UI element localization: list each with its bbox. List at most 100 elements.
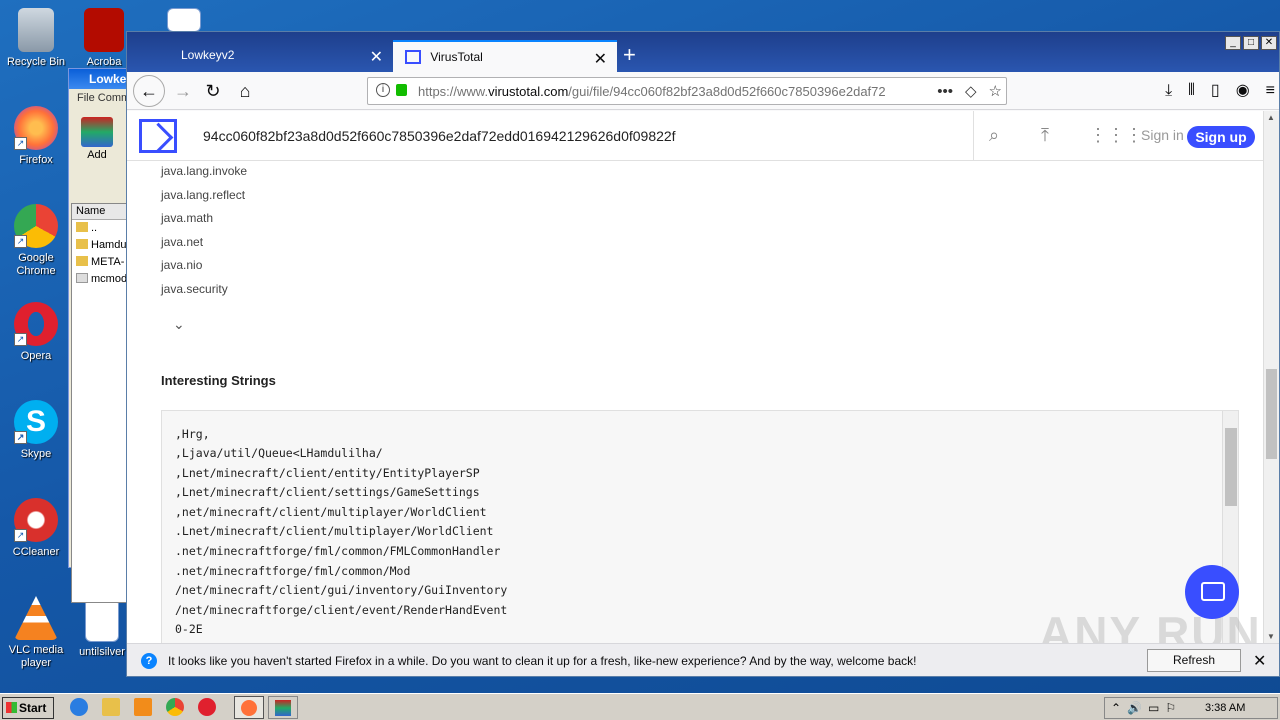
apps-grid-icon[interactable]: ⋮⋮⋮ [1089,125,1143,146]
firefox-icon: ↗ [14,106,58,150]
desktop-icon-chrome[interactable]: ↗ Google Chrome [4,204,68,278]
desktop-icon-opera[interactable]: ↗ Opera [4,302,68,363]
desktop-icon-word-doc[interactable]: untilsilver [76,598,128,659]
sign-up-button[interactable]: Sign up [1187,126,1255,148]
shortcut-arrow-icon: ↗ [14,235,27,248]
desktop-icon-label: Opera [20,350,52,362]
section-title: Interesting Strings [161,373,276,388]
reload-button[interactable]: ↻ [199,77,227,105]
library-icon[interactable]: ⫴ [1188,82,1195,99]
desktop-icon-acrobat[interactable]: Acroba [80,8,128,69]
firefox-window[interactable]: Lowkeyv2 ✕ VirusTotal ✕ + _ □ ✕ ← → ↻ ⌂ i … [126,31,1280,677]
minimize-button[interactable]: _ [1225,36,1241,50]
virustotal-favicon-icon [405,50,421,64]
shortcut-arrow-icon: ↗ [14,137,27,150]
chat-button[interactable] [1185,565,1239,619]
close-window-button[interactable]: ✕ [1261,36,1277,50]
opera-icon: ↗ [14,302,58,346]
close-notification-icon[interactable]: ✕ [1253,651,1266,671]
list-item[interactable]: .. [72,220,126,237]
expand-chevron-icon[interactable]: ⌄ [173,316,185,333]
string-line: ,Lnet/minecraft/client/settings/GameSett… [175,485,480,499]
downloads-icon[interactable]: ⤓ [1165,82,1172,99]
string-line: ,Hrg, [175,427,210,441]
bookmark-star-icon[interactable]: ☆ [989,83,1002,100]
scroll-down-icon[interactable]: ▼ [1267,632,1275,641]
winrar-add-button[interactable]: Add [77,117,117,161]
forward-button[interactable]: → [169,77,197,105]
scroll-up-icon[interactable]: ▲ [1267,113,1275,122]
page-actions-icon[interactable]: ••• [937,83,953,100]
pocket-icon[interactable]: ◇ [965,83,977,100]
desktop-icon-label: CCleaner [12,546,60,558]
opera-icon[interactable] [198,698,216,716]
desktop-icon-label: VLC media player [8,644,64,669]
desktop-icon-recycle-bin[interactable]: Recycle Bin [4,8,68,69]
winrar-list-header[interactable]: Name [72,204,126,220]
sign-in-link[interactable]: Sign in [1141,127,1184,143]
refresh-firefox-button[interactable]: Refresh Firefox... [1147,649,1241,676]
package-item: java.net [161,235,204,249]
list-item[interactable]: META- [72,254,126,271]
lock-icon[interactable] [396,84,407,96]
shortcut-arrow-icon: ↗ [14,333,27,346]
package-item: java.math [161,211,214,225]
navigation-toolbar: ← → ↻ ⌂ i https://www.virustotal.com/gui… [127,72,1279,110]
string-line: .net/minecraftforge/fml/common/FMLCommon… [175,544,501,558]
folder-icon [76,222,88,232]
desktop-icon-firefox[interactable]: ↗ Firefox [4,106,68,167]
file-icon [76,273,88,283]
desktop-icon-skype[interactable]: S ↗ Skype [4,400,68,461]
tray-icons[interactable]: ⌃🔊▭⚐ [1111,701,1182,715]
virustotal-logo-icon[interactable] [139,119,177,153]
new-tab-button[interactable]: + [623,42,636,68]
sidebar-icon[interactable]: ▯ [1211,82,1220,99]
account-icon[interactable]: ◉ [1236,82,1250,99]
string-line: /net/minecraft/client/gui/inventory/GuiI… [175,583,508,597]
tab-strip: Lowkeyv2 ✕ VirusTotal ✕ + _ □ ✕ [127,32,1279,72]
winrar-window[interactable]: Lowke File Comm Add Name .. Hamdu META- … [68,68,128,603]
start-button[interactable]: Start [2,697,54,719]
taskbar-firefox-button[interactable] [234,696,264,719]
firefox-icon [241,700,257,716]
search-icon[interactable]: ⌕ [989,125,999,146]
window-controls: _ □ ✕ [1223,34,1277,50]
maximize-button[interactable]: □ [1243,36,1259,50]
notification-bar: ? It looks like you haven't started Fire… [127,643,1279,676]
explorer-icon[interactable] [102,698,120,716]
ie-icon[interactable] [70,698,88,716]
string-line: .net/minecraftforge/fml/common/Mod [175,564,411,578]
vlc-icon [14,596,58,640]
tab-close-icon[interactable]: ✕ [594,49,607,69]
home-button[interactable]: ⌂ [231,77,259,105]
hash-search-field[interactable]: 94cc060f82bf23a8d0d52f660c7850396e2daf72… [203,128,676,144]
page-scrollbar-thumb[interactable] [1266,369,1277,459]
tab-lowkeyv2[interactable]: Lowkeyv2 ✕ [169,40,393,72]
strings-scrollbar-thumb[interactable] [1225,428,1237,506]
desktop-icon-ccleaner[interactable]: ↗ CCleaner [4,498,68,559]
list-item[interactable]: Hamdu [72,237,126,254]
menu-icon[interactable]: ≡ [1266,82,1275,99]
media-player-icon[interactable] [134,698,152,716]
chrome-icon[interactable] [166,698,184,716]
tab-close-icon[interactable]: ✕ [370,47,383,67]
taskbar-winrar-button[interactable] [268,696,298,719]
desktop-icon-vlc[interactable]: VLC media player [4,596,68,670]
taskbar: Start ⌃🔊▭⚐ 3:38 AM [0,693,1280,720]
tab-virustotal[interactable]: VirusTotal ✕ [393,40,617,72]
string-line: ,Lnet/minecraft/client/entity/EntityPlay… [175,466,480,480]
site-info-icon[interactable]: i [376,83,390,97]
package-item: java.lang.invoke [161,164,248,178]
package-item: java.lang.reflect [161,188,246,202]
list-item[interactable]: mcmod [72,271,126,288]
clock[interactable]: 3:38 AM [1205,702,1245,714]
url-bar[interactable]: i https://www.virustotal.com/gui/file/94… [367,77,1007,105]
tab-title: Lowkeyv2 [181,48,235,62]
page-content: java.lang.invoke java.lang.reflect java.… [127,161,1265,643]
winrar-file-list[interactable]: Name .. Hamdu META- mcmod [71,203,127,603]
page-scrollbar[interactable]: ▲ ▼ [1263,111,1279,643]
back-button[interactable]: ← [133,75,165,107]
url-prefix: https://www. [418,84,489,99]
upload-icon[interactable]: ⤒ [1041,125,1049,146]
winrar-menu[interactable]: File Comm [69,89,127,107]
